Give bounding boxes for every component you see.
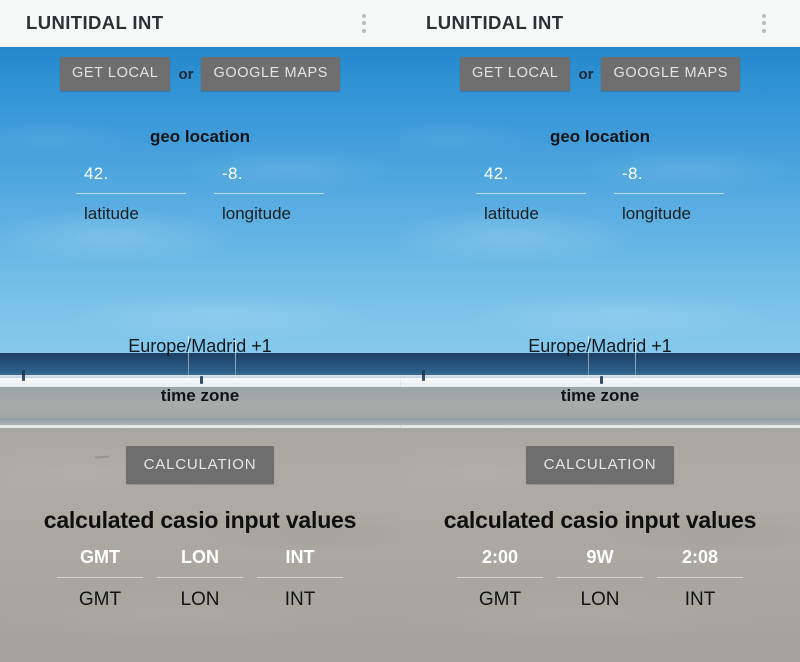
- menu-dot: [362, 28, 366, 33]
- calculation-button-row: CALCULATION: [400, 446, 800, 484]
- geo-location-heading: geo location: [149, 127, 251, 146]
- geo-location-fields: 42. latitude -8. longitude: [0, 164, 400, 224]
- or-separator-label: or: [578, 65, 594, 83]
- result-lon: 9W LON: [557, 547, 643, 611]
- longitude-input[interactable]: -8.: [614, 164, 724, 193]
- screen-content: GET LOCAL or GOOGLE MAPS geo location 42…: [400, 46, 800, 662]
- results-row: 2:00 GMT 9W LON 2:08 INT: [400, 547, 800, 611]
- menu-dot: [762, 28, 766, 33]
- geo-location-heading: geo location: [549, 127, 651, 146]
- longitude-field[interactable]: -8. longitude: [214, 164, 324, 224]
- latitude-input[interactable]: 42.: [76, 164, 186, 193]
- result-int-value: 2:08: [681, 547, 719, 567]
- latitude-label: latitude: [484, 204, 539, 223]
- menu-dot: [762, 21, 766, 25]
- result-int-value: INT: [285, 547, 315, 567]
- result-gmt-value: 2:00: [481, 547, 519, 567]
- result-int-label: INT: [284, 589, 316, 610]
- longitude-label: longitude: [622, 204, 692, 223]
- result-lon-value: 9W: [586, 547, 614, 567]
- title-bar: LUNITIDAL INT: [0, 0, 400, 47]
- menu-dot: [362, 21, 366, 25]
- result-int-label: INT: [684, 589, 716, 610]
- app-title: LUNITIDAL INT: [426, 12, 564, 33]
- or-separator-label: or: [178, 65, 194, 83]
- screen-content: GET LOCAL or GOOGLE MAPS geo location 42…: [0, 46, 400, 662]
- longitude-field[interactable]: -8. longitude: [614, 164, 724, 224]
- result-lon-label: LON: [580, 589, 620, 610]
- result-int: 2:08 INT: [657, 547, 743, 611]
- longitude-input[interactable]: -8.: [214, 164, 324, 193]
- calculation-button-row: CALCULATION: [0, 446, 400, 484]
- google-maps-button[interactable]: GOOGLE MAPS: [201, 57, 341, 91]
- latitude-label: latitude: [84, 204, 139, 223]
- result-gmt-value: GMT: [80, 547, 120, 567]
- geo-location-fields: 42. latitude -8. longitude: [400, 164, 800, 224]
- latitude-input[interactable]: 42.: [476, 164, 586, 193]
- calculation-button[interactable]: CALCULATION: [525, 446, 675, 484]
- time-zone-value[interactable]: Europe/Madrid +1: [0, 336, 400, 357]
- location-source-buttons: GET LOCAL or GOOGLE MAPS: [400, 57, 800, 91]
- result-int: INT INT: [257, 547, 343, 611]
- app-screen-before: LUNITIDAL INT GET LOCAL or GOOGLE MAPS g…: [0, 0, 400, 662]
- more-vert-icon[interactable]: [354, 10, 374, 36]
- screenshot-pair: LUNITIDAL INT GET LOCAL or GOOGLE MAPS g…: [0, 0, 800, 662]
- latitude-field[interactable]: 42. latitude: [76, 164, 186, 224]
- latitude-field[interactable]: 42. latitude: [476, 164, 586, 224]
- result-gmt-label: GMT: [478, 589, 522, 610]
- results-heading: calculated casio input values: [43, 507, 357, 533]
- result-gmt: GMT GMT: [57, 547, 143, 611]
- calculation-button[interactable]: CALCULATION: [125, 446, 275, 484]
- results-heading: calculated casio input values: [443, 507, 757, 533]
- longitude-label: longitude: [222, 204, 292, 223]
- menu-dot: [362, 13, 366, 18]
- more-vert-icon[interactable]: [754, 10, 774, 36]
- result-lon: LON LON: [157, 547, 243, 611]
- result-lon-label: LON: [180, 589, 220, 610]
- time-zone-heading: time zone: [560, 386, 640, 405]
- get-local-button[interactable]: GET LOCAL: [459, 57, 571, 91]
- result-gmt: 2:00 GMT: [457, 547, 543, 611]
- results-row: GMT GMT LON LON INT INT: [0, 547, 400, 611]
- result-gmt-label: GMT: [78, 589, 122, 610]
- get-local-button[interactable]: GET LOCAL: [59, 57, 171, 91]
- time-zone-value[interactable]: Europe/Madrid +1: [400, 336, 800, 357]
- app-title: LUNITIDAL INT: [26, 12, 164, 33]
- google-maps-button[interactable]: GOOGLE MAPS: [601, 57, 741, 91]
- location-source-buttons: GET LOCAL or GOOGLE MAPS: [0, 57, 400, 91]
- menu-dot: [762, 13, 766, 18]
- result-lon-value: LON: [181, 547, 219, 567]
- title-bar: LUNITIDAL INT: [400, 0, 800, 47]
- app-screen-after: LUNITIDAL INT GET LOCAL or GOOGLE MAPS g…: [400, 0, 800, 662]
- time-zone-heading: time zone: [160, 386, 240, 405]
